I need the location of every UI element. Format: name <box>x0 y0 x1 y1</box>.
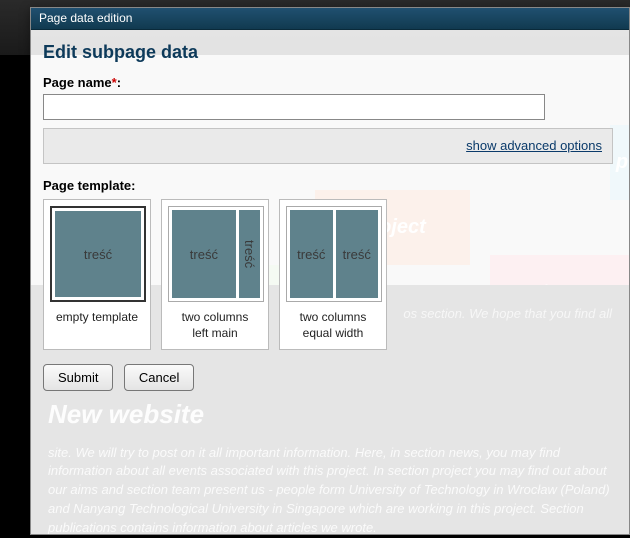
page-template-label: Page template: <box>43 178 619 193</box>
template-empty[interactable]: treść empty template <box>43 199 151 350</box>
edit-subpage-modal: Page data edition Edit subpage data Page… <box>30 7 630 535</box>
template-block: treść <box>55 211 141 297</box>
template-block: treść <box>239 210 260 298</box>
page-name-input[interactable] <box>43 94 545 120</box>
template-block: treść <box>172 210 236 298</box>
template-empty-preview: treść <box>50 206 146 302</box>
template-two-columns-equal[interactable]: treść treść two columns equal width <box>279 199 387 350</box>
template-block: treść <box>290 210 333 298</box>
modal-titlebar[interactable]: Page data edition <box>31 8 629 30</box>
template-two-left-caption: two columns left main <box>168 310 262 341</box>
show-advanced-options-link[interactable]: show advanced options <box>466 138 602 153</box>
submit-button[interactable]: Submit <box>43 364 113 391</box>
template-empty-caption: empty template <box>50 310 144 326</box>
page-name-label: Page name*: <box>43 75 619 90</box>
template-block: treść <box>336 210 379 298</box>
template-two-columns-left-main[interactable]: treść treść two columns left main <box>161 199 269 350</box>
page-name-label-text: Page name <box>43 75 112 90</box>
required-asterisk: * <box>112 75 117 90</box>
template-picker: treść empty template treść treść two col… <box>43 199 619 350</box>
button-row: Submit Cancel <box>43 364 617 391</box>
advanced-options-box: show advanced options <box>43 128 613 164</box>
modal-heading: Edit subpage data <box>43 42 619 63</box>
template-two-left-preview: treść treść <box>168 206 264 302</box>
modal-body: Edit subpage data Page name*: show advan… <box>31 30 629 407</box>
cancel-button[interactable]: Cancel <box>124 364 194 391</box>
template-two-equal-preview: treść treść <box>286 206 382 302</box>
template-two-equal-caption: two columns equal width <box>286 310 380 341</box>
